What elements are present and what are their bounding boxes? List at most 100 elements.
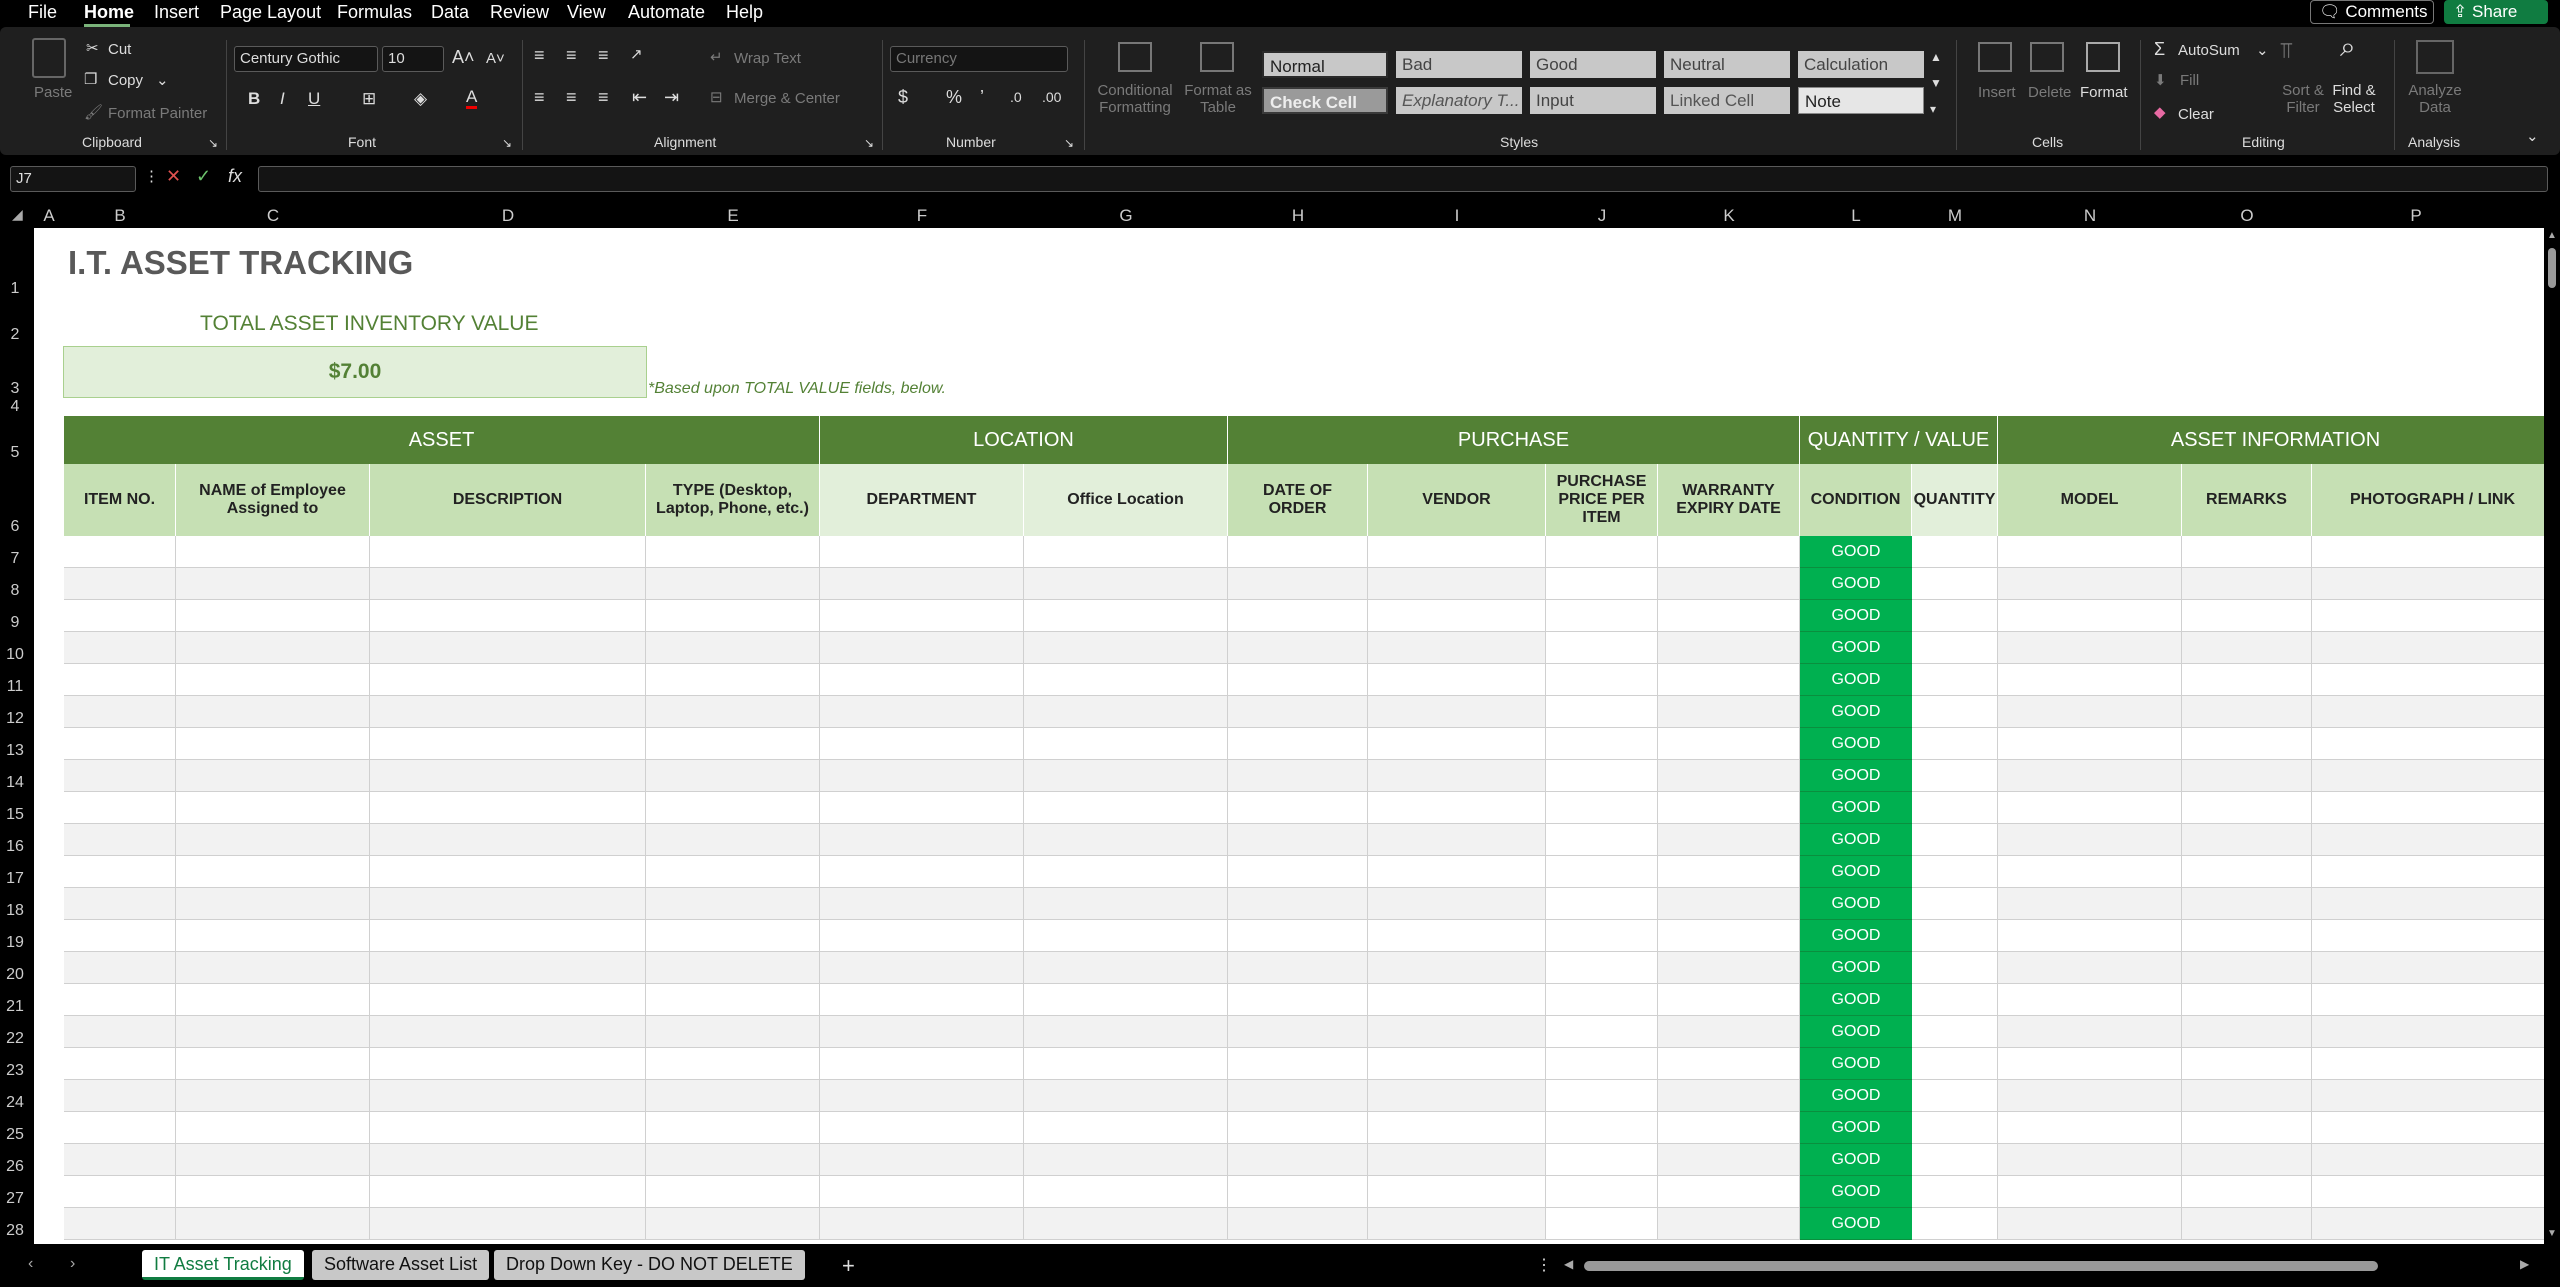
table-cell[interactable] [1024, 856, 1228, 888]
row-header[interactable]: 1 [0, 280, 30, 298]
table-cell[interactable] [1368, 568, 1546, 600]
table-cell[interactable] [64, 824, 176, 856]
table-cell[interactable] [820, 1112, 1024, 1144]
table-cell[interactable] [64, 1144, 176, 1176]
table-cell[interactable] [1228, 952, 1368, 984]
table-cell[interactable] [646, 760, 820, 792]
table-cell[interactable] [2312, 984, 2544, 1016]
table-cell[interactable] [176, 1048, 370, 1080]
table-cell[interactable] [64, 760, 176, 792]
table-cell[interactable] [1228, 536, 1368, 568]
condition-cell[interactable]: GOOD [1800, 728, 1912, 760]
table-cell[interactable] [1024, 1176, 1228, 1208]
table-cell[interactable] [2312, 600, 2544, 632]
table-cell[interactable] [64, 536, 176, 568]
hscroll-right-icon[interactable]: ▶ [2520, 1257, 2529, 1271]
row-header[interactable]: 25 [0, 1126, 30, 1144]
table-cell[interactable] [1658, 952, 1800, 984]
table-cell[interactable] [370, 792, 646, 824]
menu-file[interactable]: File [28, 0, 57, 26]
table-cell[interactable] [1024, 888, 1228, 920]
table-cell[interactable] [2182, 568, 2312, 600]
table-cell[interactable] [820, 984, 1024, 1016]
row-header[interactable]: 21 [0, 998, 30, 1016]
table-cell[interactable] [64, 1048, 176, 1080]
table-cell[interactable] [820, 856, 1024, 888]
table-cell[interactable] [1546, 1048, 1658, 1080]
paste-button[interactable]: Paste [34, 84, 72, 102]
menu-formulas[interactable]: Formulas [337, 0, 412, 26]
table-cell[interactable] [1998, 824, 2182, 856]
row-header[interactable]: 4 [0, 398, 30, 416]
table-cell[interactable] [1024, 1080, 1228, 1112]
increase-indent-icon[interactable]: ⇥ [664, 88, 679, 106]
table-cell[interactable] [1368, 856, 1546, 888]
select-all-icon[interactable]: ◢ [12, 205, 23, 223]
table-cell[interactable] [1658, 728, 1800, 760]
table-cell[interactable] [820, 600, 1024, 632]
table-cell[interactable] [1546, 728, 1658, 760]
fill-icon[interactable]: ⬇ [2154, 72, 2167, 90]
style-good[interactable]: Good [1530, 51, 1656, 78]
table-cell[interactable] [1368, 664, 1546, 696]
find-icon[interactable]: ⌕ [2340, 33, 2356, 61]
col-header-b[interactable]: B [64, 206, 176, 226]
table-cell[interactable] [2312, 568, 2544, 600]
copy-icon[interactable]: ❐ [84, 71, 97, 89]
table-cell[interactable] [1024, 952, 1228, 984]
style-neutral[interactable]: Neutral [1664, 51, 1790, 78]
number-format-select[interactable]: Currency [890, 46, 1068, 72]
table-cell[interactable] [1658, 632, 1800, 664]
table-cell[interactable] [370, 1112, 646, 1144]
row-header[interactable]: 9 [0, 614, 30, 632]
table-cell[interactable] [64, 632, 176, 664]
table-cell[interactable] [1546, 664, 1658, 696]
style-input[interactable]: Input [1530, 87, 1656, 114]
table-cell[interactable] [1998, 568, 2182, 600]
table-cell[interactable] [2182, 664, 2312, 696]
condition-cell[interactable]: GOOD [1800, 600, 1912, 632]
table-cell[interactable] [820, 728, 1024, 760]
align-center-icon[interactable]: ≡ [566, 88, 577, 106]
table-cell[interactable] [2182, 920, 2312, 952]
header-item-no[interactable]: ITEM NO. [64, 464, 176, 536]
col-header-m[interactable]: M [1912, 206, 1998, 226]
table-cell[interactable] [370, 536, 646, 568]
table-cell[interactable] [370, 824, 646, 856]
table-cell[interactable] [1024, 984, 1228, 1016]
table-cell[interactable] [2182, 696, 2312, 728]
decrease-font-icon[interactable]: A˅ [486, 50, 505, 68]
table-cell[interactable] [1912, 760, 1998, 792]
cut-button[interactable]: Cut [108, 41, 131, 59]
row-header[interactable]: 26 [0, 1158, 30, 1176]
table-cell[interactable] [1998, 536, 2182, 568]
table-cell[interactable] [646, 632, 820, 664]
table-cell[interactable] [1546, 632, 1658, 664]
table-cell[interactable] [1024, 696, 1228, 728]
style-explanatory[interactable]: Explanatory T... [1396, 87, 1522, 114]
table-cell[interactable] [370, 1016, 646, 1048]
table-cell[interactable] [1998, 728, 2182, 760]
table-cell[interactable] [1912, 920, 1998, 952]
align-right-icon[interactable]: ≡ [598, 88, 609, 106]
align-bottom-icon[interactable]: ≡ [598, 46, 609, 64]
table-cell[interactable] [1368, 1016, 1546, 1048]
merge-center-icon[interactable]: ⊟ [710, 89, 723, 107]
table-cell[interactable] [1998, 632, 2182, 664]
table-cell[interactable] [370, 1208, 646, 1240]
row-header[interactable]: 20 [0, 966, 30, 984]
table-cell[interactable] [370, 760, 646, 792]
table-cell[interactable] [1998, 1144, 2182, 1176]
table-cell[interactable] [2312, 632, 2544, 664]
table-cell[interactable] [370, 920, 646, 952]
table-cell[interactable] [64, 1016, 176, 1048]
clear-icon[interactable]: ◆ [2154, 104, 2166, 122]
insert-cells-button[interactable]: Insert [1978, 84, 2016, 102]
table-cell[interactable] [1024, 824, 1228, 856]
style-normal[interactable]: Normal [1262, 51, 1388, 78]
row-header[interactable]: 15 [0, 806, 30, 824]
table-cell[interactable] [1546, 1112, 1658, 1144]
table-cell[interactable] [1228, 856, 1368, 888]
header-model[interactable]: MODEL [1998, 464, 2182, 536]
table-cell[interactable] [646, 952, 820, 984]
